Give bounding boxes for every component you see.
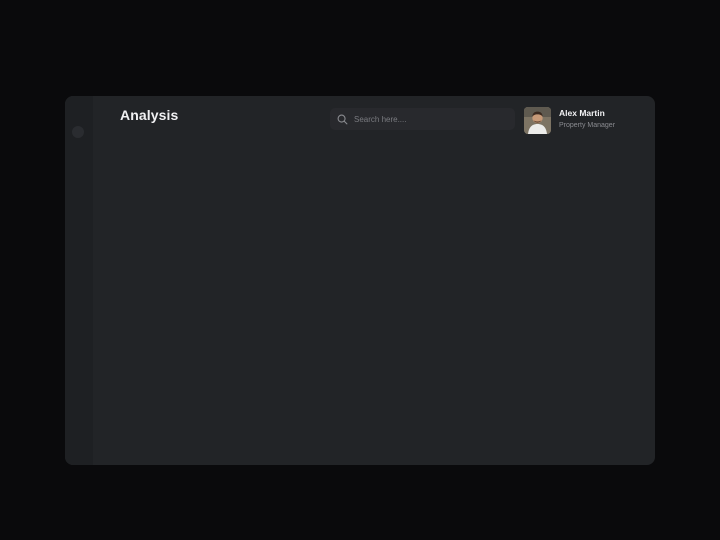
- user-role: Property Manager: [559, 122, 616, 129]
- search-box[interactable]: [330, 108, 515, 130]
- sidebar: [65, 96, 93, 465]
- user-name: Alex Martin: [559, 108, 605, 118]
- search-input[interactable]: [354, 114, 504, 124]
- user-meta: Alex Martin Property Manager: [559, 108, 615, 132]
- avatar[interactable]: [524, 106, 551, 134]
- user-profile[interactable]: Alex Martin Property Manager: [524, 106, 615, 134]
- search-icon[interactable]: [335, 112, 349, 126]
- page-title: Analysis: [120, 107, 179, 123]
- logo-icon[interactable]: [72, 126, 84, 138]
- app-window: Analysis Alex Martin Property Manager: [65, 96, 655, 465]
